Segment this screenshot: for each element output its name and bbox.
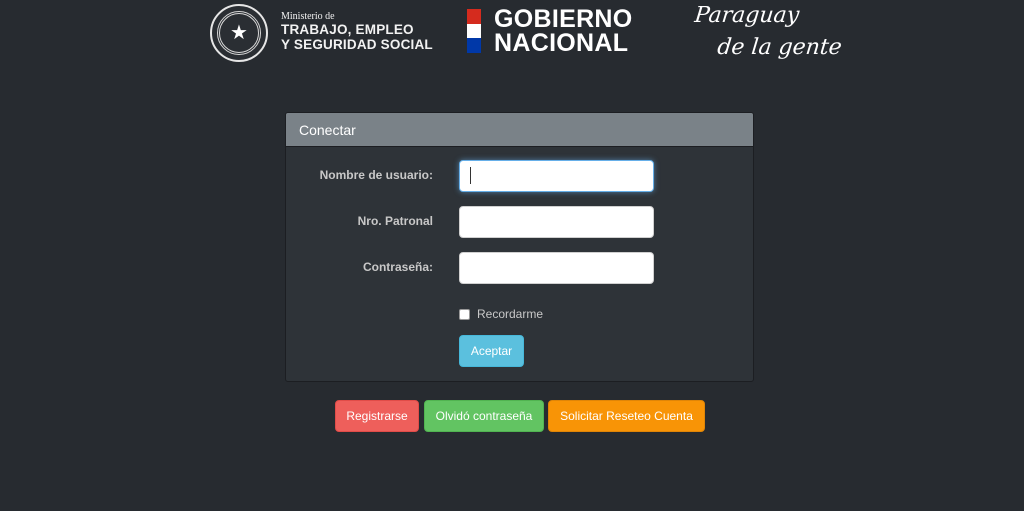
ministry-line1: Ministerio de bbox=[281, 11, 335, 22]
slogan-line1: Paraguay bbox=[693, 3, 801, 28]
username-input[interactable] bbox=[459, 160, 654, 192]
employer-number-input[interactable] bbox=[459, 206, 654, 238]
gobierno-line1: GOBIERNO bbox=[494, 5, 633, 33]
username-label: Nombre de usuario: bbox=[319, 168, 433, 182]
login-panel: Conectar Nombre de usuario: Nro. Patrona… bbox=[285, 112, 754, 382]
register-button[interactable]: Registrarse bbox=[335, 400, 419, 432]
password-label: Contraseña: bbox=[362, 260, 433, 274]
employer-number-label: Nro. Patronal bbox=[357, 214, 433, 228]
remember-me-checkbox[interactable] bbox=[459, 308, 470, 320]
ministry-logo: Ministerio de TRABAJO, EMPLEO Y SEGURIDA… bbox=[281, 11, 433, 52]
slogan-logo: Paraguay de la gente bbox=[690, 0, 847, 64]
login-panel-title: Conectar bbox=[286, 113, 753, 147]
text-caret bbox=[470, 167, 471, 184]
password-row: Contraseña: bbox=[286, 252, 753, 284]
gobierno-line2: NACIONAL bbox=[494, 29, 629, 57]
password-input[interactable] bbox=[459, 252, 654, 284]
ministry-line2: TRABAJO, EMPLEO bbox=[281, 22, 414, 37]
remember-me-label: Recordarme bbox=[477, 307, 544, 321]
paraguay-flag-icon bbox=[467, 9, 481, 53]
username-row: Nombre de usuario: bbox=[286, 160, 753, 192]
accept-button[interactable]: Aceptar bbox=[459, 335, 524, 367]
remember-me[interactable]: Recordarme bbox=[459, 307, 543, 321]
employer-number-row: Nro. Patronal bbox=[286, 206, 753, 238]
request-reset-button[interactable]: Solicitar Reseteo Cuenta bbox=[548, 400, 705, 432]
slogan-line2: de la gente bbox=[716, 35, 844, 60]
forgot-password-button[interactable]: Olvidó contraseña bbox=[424, 400, 544, 432]
ministry-line3: Y SEGURIDAD SOCIAL bbox=[281, 37, 433, 52]
gobierno-nacional-logo: GOBIERNO NACIONAL bbox=[494, 5, 633, 57]
national-seal-icon: ★ bbox=[210, 4, 268, 62]
header: ★ Ministerio de TRABAJO, EMPLEO Y SEGURI… bbox=[0, 0, 1024, 70]
